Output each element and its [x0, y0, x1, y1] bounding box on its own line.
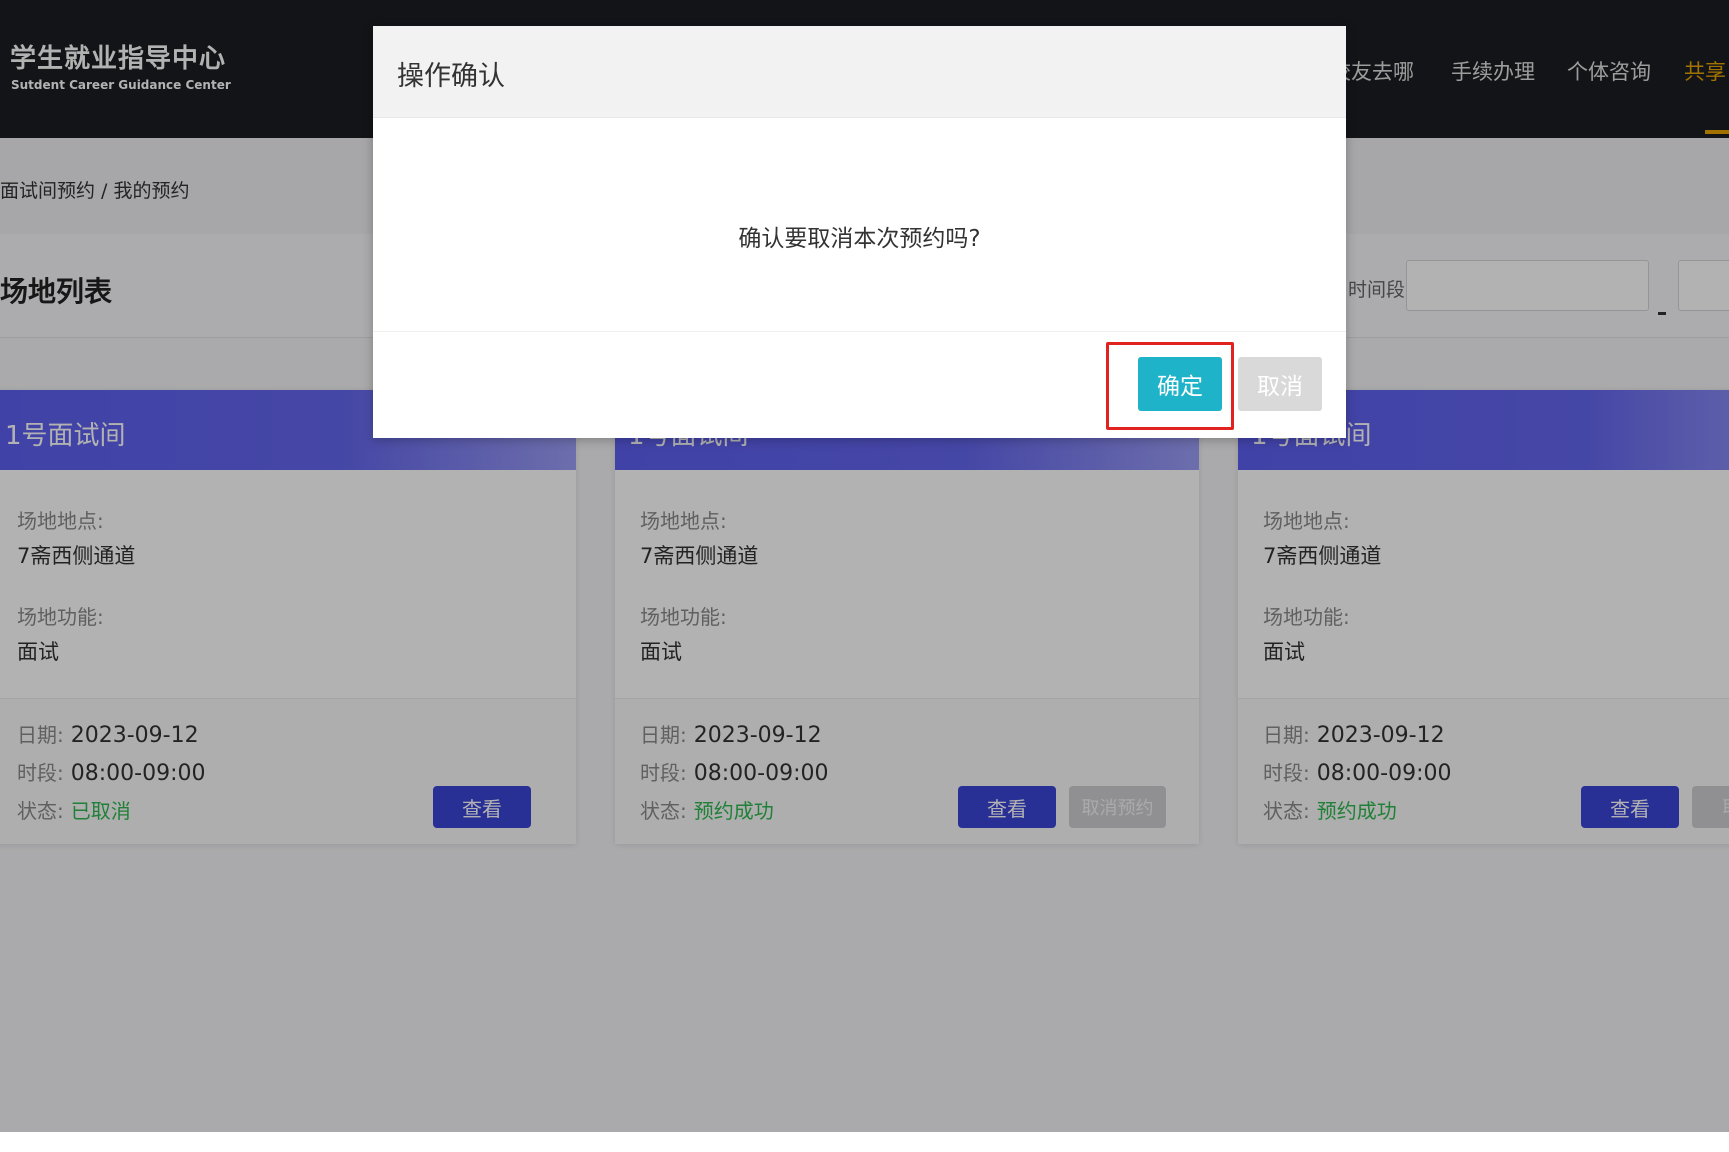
- app-root: 学生就业指导中心 Sutdent Career Guidance Center …: [0, 0, 1729, 1152]
- dialog-cancel-button[interactable]: 取消: [1238, 357, 1322, 411]
- page-bottom: [0, 1132, 1729, 1152]
- dialog-title: 操作确认: [397, 61, 505, 92]
- dialog-header: 操作确认: [373, 26, 1346, 118]
- dialog-divider: [373, 331, 1346, 332]
- highlight-box: [1106, 342, 1234, 430]
- dialog-message: 确认要取消本次预约吗?: [738, 226, 981, 252]
